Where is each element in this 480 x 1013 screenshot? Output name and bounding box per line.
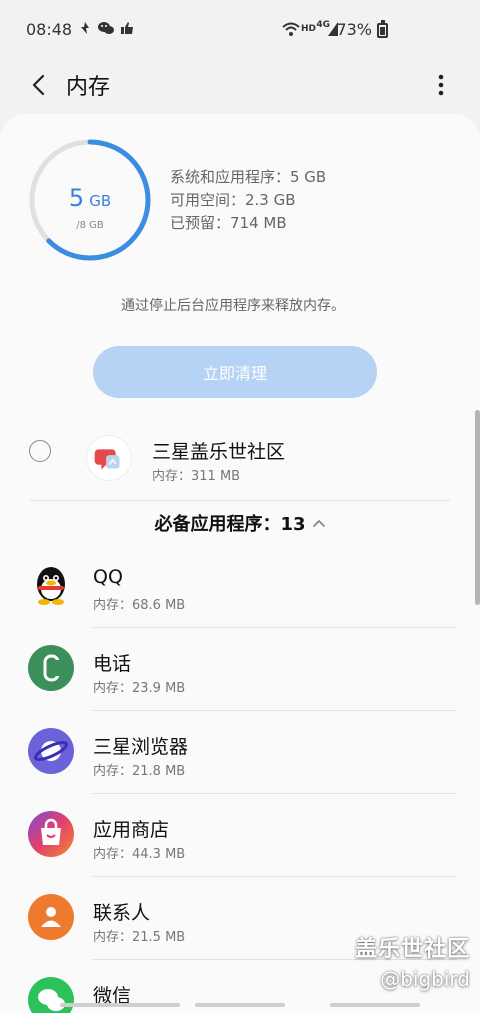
- list-item[interactable]: 三星浏览器 内存：21.8 MB: [0, 710, 480, 793]
- scrollbar[interactable]: [475, 410, 480, 605]
- galaxy-community-icon: [86, 435, 132, 481]
- stat-system-apps: 系统和应用程序：5 GB: [170, 168, 327, 186]
- app-name: 三星盖乐世社区: [152, 441, 286, 463]
- status-time: 08:48: [26, 20, 73, 39]
- app-name: 应用商店: [93, 819, 170, 841]
- watermark-line1: 盖乐世社区: [354, 937, 470, 962]
- navigation-bar: [0, 1000, 480, 1013]
- memory-used-value: 5: [68, 184, 85, 212]
- memory-used: 5 GB: [28, 184, 152, 212]
- app-name: 三星浏览器: [93, 736, 189, 758]
- app-bar: 内存: [0, 60, 480, 110]
- back-button[interactable]: [22, 68, 56, 102]
- notification-icon: [81, 22, 89, 34]
- memory-used-unit: GB: [89, 192, 112, 210]
- wechat-icon: [98, 22, 114, 34]
- more-options-button[interactable]: [426, 70, 456, 100]
- memory-usage-ring: 5 GB /8 GB: [28, 138, 152, 262]
- wifi-icon: [282, 22, 300, 36]
- select-radio[interactable]: [29, 440, 51, 462]
- back-arrow-icon: [32, 74, 45, 96]
- list-item[interactable]: 电话 内存：23.9 MB: [0, 627, 480, 710]
- stat-available: 可用空间：2.3 GB: [170, 191, 296, 209]
- battery-percent: 73%: [336, 20, 372, 39]
- phone-icon: [28, 645, 74, 691]
- chevron-up-icon: [312, 519, 325, 527]
- status-left-icons: [78, 21, 134, 35]
- app-memory: 内存：68.6 MB: [93, 598, 186, 613]
- divider: [30, 500, 450, 501]
- hint-text: 通过停止后台应用程序来释放内存。: [121, 298, 345, 314]
- page-title: 内存: [66, 75, 111, 100]
- watermark-line2: @bigbird: [380, 967, 470, 991]
- battery-icon: [377, 20, 388, 38]
- section-label: 必备应用程序：13: [154, 514, 306, 535]
- hd-label: HD: [300, 24, 316, 34]
- app-memory: 内存：21.5 MB: [93, 930, 186, 945]
- nav-back-button[interactable]: [330, 1003, 420, 1007]
- app-name: 联系人: [93, 902, 151, 924]
- app-name: 电话: [93, 653, 132, 675]
- app-memory: 内存：21.8 MB: [93, 764, 186, 779]
- qq-penguin-icon: [28, 562, 74, 608]
- nav-home-button[interactable]: [195, 1003, 285, 1007]
- contact-person-icon: [28, 894, 74, 940]
- status-bar: 08:48 HD 4G 73%: [0, 0, 480, 60]
- list-item[interactable]: QQ 内存：68.6 MB: [0, 544, 480, 627]
- watermark: 盖乐世社区 @bigbird: [355, 931, 470, 991]
- internet-planet-icon: [28, 728, 74, 774]
- clean-now-button[interactable]: 立即清理: [93, 346, 377, 398]
- shopping-bag-icon: [28, 811, 74, 857]
- app-name: QQ: [93, 566, 123, 588]
- selectable-app-row[interactable]: 三星盖乐世社区 内存：311 MB: [0, 415, 480, 498]
- thumbs-up-icon: [121, 22, 133, 34]
- stat-reserved: 已预留：714 MB: [170, 214, 287, 232]
- app-memory: 内存：44.3 MB: [93, 847, 186, 862]
- nav-recents-button[interactable]: [60, 1003, 180, 1007]
- memory-stats: 系统和应用程序：5 GB 可用空间：2.3 GB 已预留：714 MB: [170, 166, 326, 235]
- list-item[interactable]: 应用商店 内存：44.3 MB: [0, 793, 480, 876]
- app-memory: 内存：23.9 MB: [93, 681, 186, 696]
- app-memory: 内存：311 MB: [152, 469, 241, 484]
- more-vertical-icon: [438, 74, 444, 96]
- essential-apps-header[interactable]: 必备应用程序：13: [0, 506, 480, 540]
- memory-total: /8 GB: [76, 220, 104, 231]
